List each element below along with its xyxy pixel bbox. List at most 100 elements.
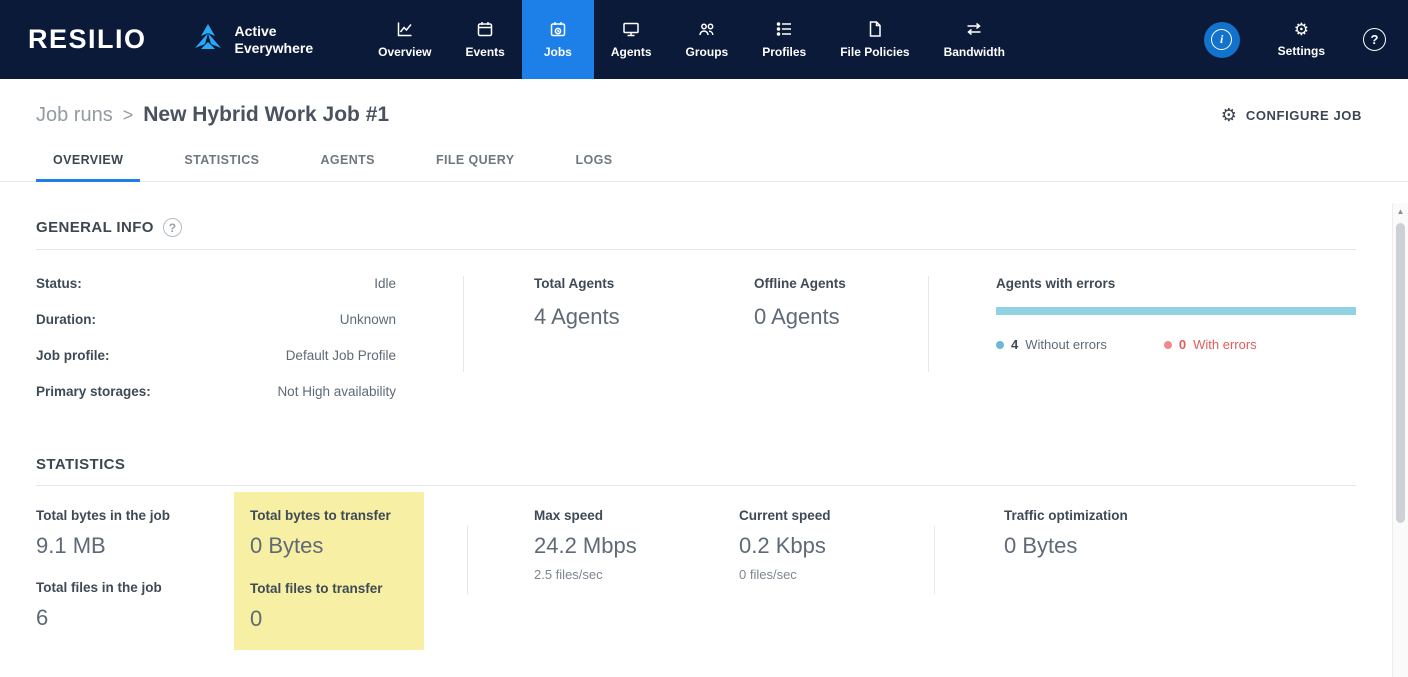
- max-speed-stat: Max speed 24.2 Mbps 2.5 files/sec: [534, 486, 739, 582]
- nav-label: Jobs: [544, 45, 572, 59]
- errors-progress-bar: [996, 307, 1356, 315]
- gear-icon: ⚙: [1294, 21, 1309, 39]
- stat-label: Total bytes in the job: [36, 508, 234, 523]
- without-errors-label: Without errors: [1025, 337, 1107, 352]
- field-label: Job profile:: [36, 348, 110, 363]
- agents-monitor-icon: [622, 20, 640, 38]
- vertical-divider: [463, 276, 464, 372]
- profiles-list-icon: [775, 20, 793, 38]
- product-name-line1: Active: [235, 23, 314, 39]
- stat-label: Total files in the job: [36, 580, 234, 595]
- tab-logs[interactable]: LOGS: [558, 153, 629, 181]
- nav-item-jobs[interactable]: Jobs: [522, 0, 594, 79]
- total-bytes-stat: Total bytes in the job 9.1 MB: [36, 508, 234, 559]
- without-errors-dot: [996, 341, 1004, 349]
- tab-content: GENERAL INFO ? Status: Idle Duration: Un…: [0, 218, 1408, 650]
- field-value: Not High availability: [277, 384, 396, 399]
- with-errors-dot: [1164, 341, 1172, 349]
- jobs-calendar-clock-icon: [549, 20, 567, 38]
- nav-label: Agents: [611, 45, 652, 59]
- breadcrumb: Job runs > New Hybrid Work Job #1: [36, 103, 389, 127]
- vertical-scrollbar[interactable]: ▲: [1392, 203, 1408, 677]
- question-icon: ?: [1371, 32, 1379, 47]
- breadcrumb-job-runs-link[interactable]: Job runs: [36, 104, 113, 127]
- stat-value: 0 Bytes: [1004, 533, 1128, 559]
- nav-label: Groups: [686, 45, 729, 59]
- configure-job-label: CONFIGURE JOB: [1246, 108, 1362, 123]
- agents-errors-label: Agents with errors: [996, 276, 1356, 291]
- with-errors-count: 0: [1179, 337, 1186, 352]
- stat-label: Max speed: [534, 508, 739, 523]
- general-info-help-icon[interactable]: ?: [163, 218, 182, 237]
- configure-job-button[interactable]: ⚙ CONFIGURE JOB: [1221, 105, 1362, 126]
- metric-value: 4 Agents: [534, 304, 684, 330]
- field-label: Status:: [36, 276, 82, 291]
- tab-agents[interactable]: AGENTS: [303, 153, 392, 181]
- files-to-transfer-stat: Total files to transfer 0: [250, 581, 408, 632]
- job-tabs: OVERVIEW STATISTICS AGENTS FILE QUERY LO…: [0, 153, 1408, 182]
- general-info-section: GENERAL INFO ? Status: Idle Duration: Un…: [36, 218, 1356, 420]
- stat-label: Current speed: [739, 508, 934, 523]
- tab-statistics[interactable]: STATISTICS: [167, 153, 276, 181]
- info-icon: i: [1211, 29, 1232, 50]
- nav-item-groups[interactable]: Groups: [669, 0, 746, 79]
- file-policies-icon: [866, 20, 884, 38]
- job-totals-column: Total bytes in the job 9.1 MB Total file…: [36, 486, 234, 631]
- bytes-to-transfer-stat: Total bytes to transfer 0 Bytes: [250, 508, 408, 559]
- bandwidth-arrows-icon: [965, 20, 983, 38]
- total-agents-metric: Total Agents 4 Agents: [534, 276, 684, 420]
- active-everywhere-logo: Active Everywhere: [191, 22, 314, 57]
- stat-value: 0: [250, 606, 408, 632]
- events-calendar-icon: [476, 20, 494, 38]
- field-value: Unknown: [340, 312, 396, 327]
- nav-label: File Policies: [840, 45, 909, 59]
- general-info-fields: Status: Idle Duration: Unknown Job profi…: [36, 276, 396, 420]
- section-divider: [36, 249, 1356, 250]
- stat-value: 24.2 Mbps: [534, 533, 739, 559]
- page: Job runs > New Hybrid Work Job #1 ⚙ CONF…: [0, 79, 1408, 677]
- groups-icon: [698, 20, 716, 38]
- with-errors-label: With errors: [1193, 337, 1257, 352]
- tab-file-query[interactable]: FILE QUERY: [419, 153, 532, 181]
- nav-item-file-policies[interactable]: File Policies: [823, 0, 926, 79]
- nav-item-overview[interactable]: Overview: [361, 0, 448, 79]
- nav-label: Bandwidth: [944, 45, 1005, 59]
- scrollbar-thumb[interactable]: [1396, 223, 1405, 523]
- product-name-line2: Everywhere: [235, 40, 314, 56]
- agents-errors-block: Agents with errors 4 Without errors 0 Wi…: [996, 276, 1356, 420]
- overview-chart-icon: [396, 20, 414, 38]
- metric-label: Offline Agents: [754, 276, 904, 291]
- traffic-optimization-stat: Traffic optimization 0 Bytes: [1004, 486, 1128, 559]
- info-button[interactable]: i: [1204, 22, 1240, 58]
- field-duration: Duration: Unknown: [36, 312, 396, 327]
- nav-item-events[interactable]: Events: [449, 0, 522, 79]
- nav-label: Overview: [378, 45, 431, 59]
- metric-label: Total Agents: [534, 276, 684, 291]
- nav-item-agents[interactable]: Agents: [594, 0, 669, 79]
- field-value: Default Job Profile: [286, 348, 396, 363]
- field-label: Duration:: [36, 312, 96, 327]
- nav-item-bandwidth[interactable]: Bandwidth: [927, 0, 1022, 79]
- resilio-logo: RESILIO: [0, 24, 147, 55]
- tab-overview[interactable]: OVERVIEW: [36, 153, 140, 181]
- stat-label: Total bytes to transfer: [250, 508, 408, 523]
- errors-legend: 4 Without errors 0 With errors: [996, 337, 1356, 352]
- settings-button[interactable]: ⚙ Settings: [1278, 21, 1325, 58]
- statistics-title: STATISTICS: [36, 456, 125, 473]
- field-status: Status: Idle: [36, 276, 396, 291]
- vertical-divider: [467, 526, 468, 594]
- scrollbar-up-arrow[interactable]: ▲: [1393, 203, 1408, 219]
- stat-sub-value: 0 files/sec: [739, 567, 934, 582]
- nav-item-profiles[interactable]: Profiles: [745, 0, 823, 79]
- top-navigation-bar: RESILIO Active Everywhere Overview: [0, 0, 1408, 79]
- statistics-section: STATISTICS Total bytes in the job 9.1 MB…: [36, 456, 1356, 650]
- topbar-right-cluster: i ⚙ Settings ?: [1204, 0, 1408, 79]
- help-button[interactable]: ?: [1363, 28, 1386, 51]
- vertical-divider: [928, 276, 929, 372]
- transfer-highlight-box: Total bytes to transfer 0 Bytes Total fi…: [234, 492, 424, 650]
- settings-label: Settings: [1278, 44, 1325, 58]
- stat-label: Total files to transfer: [250, 581, 408, 596]
- stat-sub-value: 2.5 files/sec: [534, 567, 739, 582]
- field-job-profile: Job profile: Default Job Profile: [36, 348, 396, 363]
- without-errors-count: 4: [1011, 337, 1018, 352]
